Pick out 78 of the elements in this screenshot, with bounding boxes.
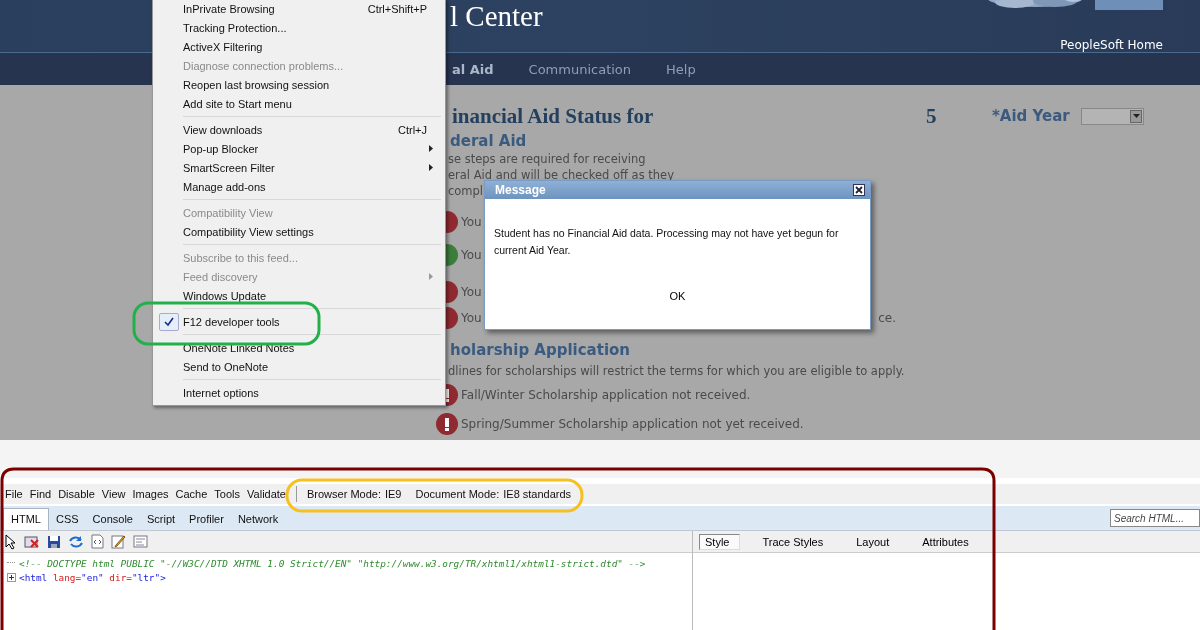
dialog-title: Message (495, 183, 546, 197)
status-text: You (461, 285, 482, 299)
menu-item[interactable]: Internet options (155, 383, 443, 402)
nav-tab[interactable]: Help (666, 61, 696, 77)
dialog-message: Student has no Financial Aid data. Processing may not have yet begun for current Aid Year. (493, 226, 840, 258)
search-field[interactable]: Search HTML... (1110, 509, 1200, 527)
code-line: <html lang="en" dir="ltr"> (19, 571, 166, 583)
source-icon[interactable] (91, 534, 104, 549)
menu-item[interactable]: Tracking Protection... (155, 18, 443, 37)
menu-item[interactable]: F12 developer tools (155, 312, 443, 331)
ok-button[interactable]: OK (663, 289, 692, 303)
devtools-tab[interactable]: CSS (48, 509, 86, 530)
submenu-arrow-icon (429, 164, 433, 171)
devtools-menu-item[interactable]: Tools (214, 488, 241, 500)
devtools-menu-item[interactable]: Cache (175, 488, 208, 500)
status-icon (436, 413, 458, 435)
style-tab[interactable]: Style (699, 533, 741, 550)
description-line: se steps are required for receiving (448, 151, 646, 167)
devtools-menu-item[interactable]: File (5, 488, 23, 500)
menu-item[interactable]: InPrivate Browsing Ctrl+Shift+P (155, 0, 443, 18)
devtools-tab[interactable]: Profiler (182, 509, 231, 530)
menu-item[interactable]: Windows Update (155, 286, 443, 305)
site-title: l Center (450, 0, 543, 32)
menu-item[interactable]: Compatibility View settings (155, 222, 443, 241)
aid-year-dropdown[interactable] (1081, 107, 1144, 125)
edit-icon[interactable] (111, 534, 126, 549)
section-heading: deral Aid (449, 131, 528, 151)
caret-icon (1132, 114, 1140, 118)
devtools-menu-item[interactable]: Find (29, 488, 52, 500)
check-icon (159, 312, 179, 331)
devtools-tab[interactable]: Script (139, 509, 183, 530)
save-icon[interactable] (47, 534, 61, 549)
style-tab[interactable]: Layout (850, 533, 901, 550)
status-text: Fall/Winter Scholarship application not received. (461, 388, 751, 402)
menu-item[interactable]: Reopen last browsing session (155, 75, 443, 94)
aid-year-label: *Aid Year (992, 107, 1071, 125)
submenu-arrow-icon (429, 145, 433, 152)
pointer-icon[interactable] (5, 533, 17, 550)
menu-item[interactable]: Pop-up Blocker (155, 139, 443, 158)
devtools-menu-item[interactable]: Images (132, 488, 169, 500)
devtools-tab[interactable]: Network (230, 509, 286, 530)
style-tab[interactable]: Attributes (916, 533, 980, 550)
style-tab[interactable]: Trace Styles (756, 533, 835, 550)
menu-item[interactable]: Send to OneNote (155, 357, 443, 376)
status-text: You (461, 215, 482, 229)
code-line: <!-- DOCTYPE html PUBLIC "-//W3C//DTD XHTML 1.0 Strict//EN" "http://www.w3.org/TR/xhtml1/xhtml1-strict.dtd" --> (19, 557, 646, 569)
description-line: eral Aid and will be checked off as they (448, 167, 674, 183)
section-heading: holarship Application (449, 340, 632, 360)
devtools-menu-item[interactable]: Validate (247, 488, 286, 500)
mode-label[interactable]: Browser Mode: (307, 488, 381, 500)
status-text: You (461, 248, 482, 262)
nav-tab[interactable]: al Aid (452, 61, 494, 77)
status-text: You (461, 311, 482, 325)
menu-item[interactable]: SmartScreen Filter (155, 158, 443, 177)
mode-value: IE9 (384, 488, 402, 500)
submenu-arrow-icon (429, 273, 433, 280)
status-text: Spring/Summer Scholarship application not yet received. (461, 417, 804, 431)
close-icon[interactable] (853, 184, 865, 196)
devtools-tab[interactable]: Console (85, 509, 140, 530)
clear-icon[interactable] (24, 534, 40, 549)
devtools-menu-item[interactable]: Disable (58, 488, 95, 500)
home-link[interactable]: PeopleSoft Home (1060, 38, 1163, 52)
description-line: dlines for scholarships will restrict the terms for which you are eligible to apply. (448, 363, 905, 379)
mode-value: IE8 standards (503, 488, 572, 500)
devtools-menu-item[interactable]: View (101, 488, 126, 500)
nav-tab[interactable]: Communication (528, 61, 632, 77)
description-line: compl (448, 183, 484, 199)
mode-label[interactable]: Document Mode: (415, 488, 500, 500)
menu-item[interactable]: Manage add-ons (155, 177, 443, 196)
expand-icon[interactable] (7, 572, 19, 582)
page-heading: inancial Aid Status for (451, 103, 655, 129)
status-text: ce. (878, 311, 896, 325)
menu-item[interactable]: Add site to Start menu (155, 94, 443, 113)
page-heading: 5 (926, 103, 938, 129)
refresh-icon[interactable] (68, 534, 84, 549)
menu-item[interactable]: ActiveX Filtering (155, 37, 443, 56)
menu-item[interactable]: View downloads Ctrl+J (155, 120, 443, 139)
devtools-tab[interactable]: HTML (3, 508, 49, 530)
